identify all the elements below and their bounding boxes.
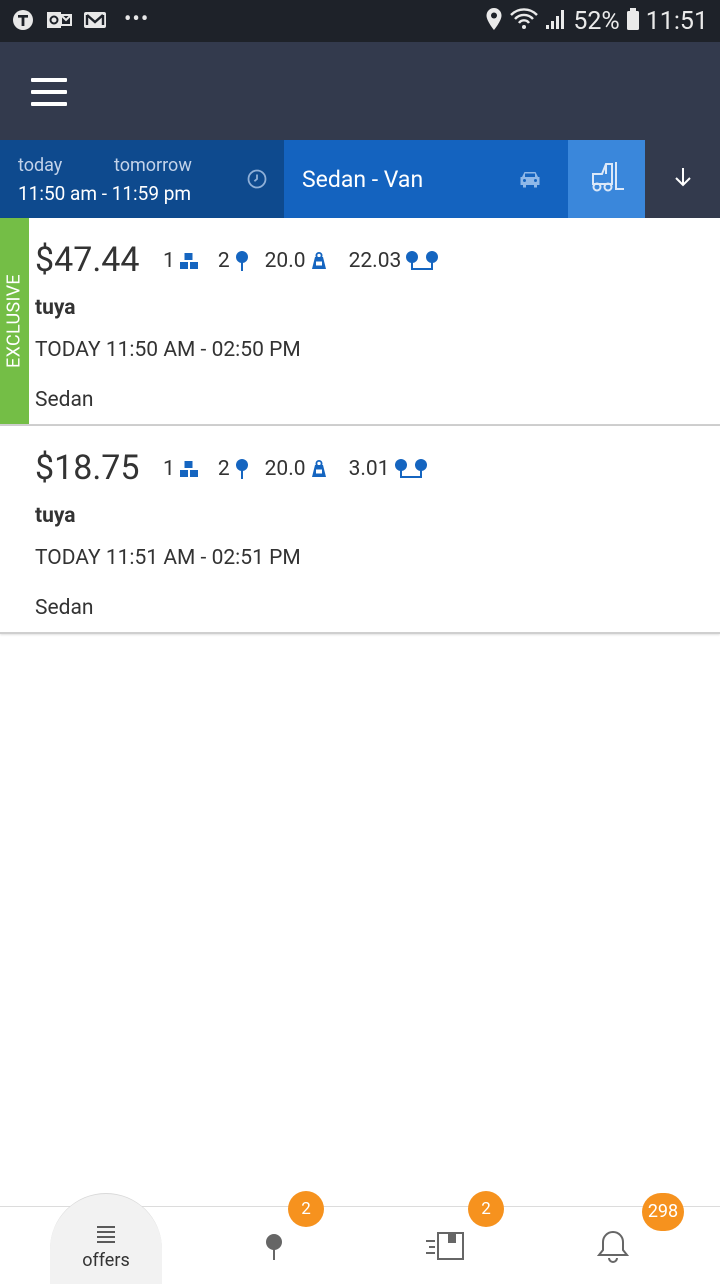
offer-metrics: 1 2 20.0 22.03 — [163, 248, 440, 274]
vehicle-requirement: Sedan — [35, 388, 94, 412]
nav-offers-tab[interactable]: offers — [50, 1193, 162, 1284]
filter-tomorrow-label[interactable]: tomorrow — [114, 155, 192, 176]
stops-value: 2 — [217, 249, 230, 273]
offer-price: $47.44 — [35, 240, 140, 280]
bottom-navigation: offers — [0, 1193, 720, 1284]
distance-number: 3.01 — [348, 457, 390, 481]
pickup-window: TODAY 11:50 AM - 02:50 PM — [35, 338, 301, 362]
fast-delivery-box-icon — [426, 1232, 464, 1260]
stops-badge: 2 — [288, 1191, 324, 1227]
system-indicators: 52% 11:51 — [485, 6, 708, 36]
offer-metrics: 1 2 20.0 3.01 — [163, 456, 429, 482]
hamburger-menu-icon[interactable] — [31, 78, 67, 106]
exclusive-tag: EXCLUSIVE — [0, 218, 29, 424]
battery-percent: 52% — [573, 6, 620, 36]
app-bar — [0, 42, 720, 140]
vehicle-requirement: Sedan — [35, 596, 94, 620]
route-icon — [394, 459, 427, 478]
gmail-icon — [82, 8, 108, 32]
stops-count: 2 — [218, 249, 251, 273]
weight-icon — [311, 460, 326, 477]
battery-icon — [626, 7, 640, 35]
weight-number: 20.0 — [264, 249, 306, 273]
route-icon — [406, 251, 439, 270]
car-icon — [518, 168, 542, 190]
customer-name: tuya — [35, 504, 76, 528]
arrow-down-icon — [673, 166, 693, 192]
pickup-window: TODAY 11:51 AM - 02:51 PM — [35, 546, 301, 570]
boxes-icon — [179, 253, 198, 269]
boxes-icon — [179, 461, 198, 477]
weight-value: 20.0 — [265, 457, 329, 481]
vehicle-type-label: Sedan - Van — [302, 166, 424, 193]
more-notifications-indicator: ••• — [124, 7, 150, 32]
stops-count: 2 — [218, 457, 251, 481]
forklift-filter-toggle[interactable] — [568, 140, 645, 218]
distance-number: 22.03 — [348, 249, 402, 273]
notification-icons: ••• — [10, 8, 149, 32]
vehicle-type-filter[interactable]: Sedan - Van — [284, 140, 568, 218]
time-range-value: 11:50 am - 11:59 pm — [18, 182, 192, 205]
weight-number: 20.0 — [264, 457, 306, 481]
map-pin-icon — [266, 1234, 282, 1260]
pieces-value: 1 — [163, 249, 175, 273]
pieces-count: 1 — [163, 249, 200, 273]
offer-price: $18.75 — [35, 448, 140, 488]
t-app-icon — [10, 8, 36, 32]
pin-icon — [235, 459, 248, 479]
outlook-icon — [46, 8, 72, 32]
date-range-filter[interactable]: today tomorrow 11:50 am - 11:59 pm — [0, 140, 284, 218]
nav-notifications-tab[interactable] — [574, 1207, 654, 1284]
sort-button[interactable] — [645, 140, 720, 218]
deliveries-badge: 2 — [468, 1191, 504, 1227]
customer-name: tuya — [35, 296, 76, 320]
status-bar: ••• 52% 11:51 — [0, 0, 720, 42]
weight-value: 20.0 — [265, 249, 329, 273]
nav-offers-label: offers — [82, 1250, 130, 1271]
offer-card[interactable]: EXCLUSIVE $47.44 1 2 20.0 22.03 tuya TOD… — [0, 218, 720, 426]
notifications-badge: 298 — [642, 1193, 684, 1231]
distance-value: 3.01 — [349, 457, 429, 481]
forklift-icon — [589, 160, 625, 198]
exclusive-label: EXCLUSIVE — [3, 274, 25, 368]
pin-icon — [235, 251, 248, 271]
weight-icon — [311, 252, 326, 269]
cell-signal-icon — [545, 7, 567, 35]
list-icon — [96, 1224, 116, 1244]
filter-today-label[interactable]: today — [18, 155, 62, 176]
bell-icon — [596, 1230, 630, 1263]
filter-bar: today tomorrow 11:50 am - 11:59 pm Sedan… — [0, 140, 720, 218]
stops-value: 2 — [217, 457, 230, 481]
pieces-value: 1 — [163, 457, 175, 481]
wifi-icon — [509, 7, 539, 35]
offer-card[interactable]: $18.75 1 2 20.0 3.01 tuya TODAY 11:51 AM… — [0, 426, 720, 634]
location-icon — [485, 7, 503, 35]
clock-icon — [246, 168, 268, 190]
clock: 11:51 — [645, 6, 708, 36]
distance-value: 22.03 — [349, 249, 441, 273]
pieces-count: 1 — [163, 457, 200, 481]
